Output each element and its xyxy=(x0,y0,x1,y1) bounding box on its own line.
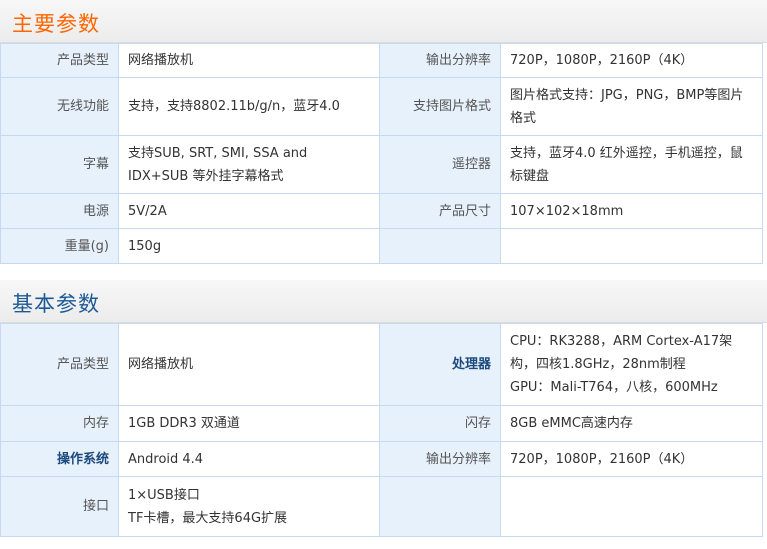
param-value: 网络播放机 xyxy=(118,323,380,406)
param-label-highlight: 处理器 xyxy=(379,323,501,406)
param-value xyxy=(500,476,763,537)
table-row: 无线功能 支持，支持8802.11b/g/n，蓝牙4.0 支持图片格式 图片格式… xyxy=(0,77,763,136)
param-value-line: CPU：RK3288，ARM Cortex-A17架构，四核1.8GHz，28n… xyxy=(510,334,733,372)
basic-params-table: 产品类型 网络播放机 处理器 CPU：RK3288，ARM Cortex-A17… xyxy=(0,323,763,537)
param-label: 内存 xyxy=(0,405,119,442)
param-value: 网络播放机 xyxy=(118,43,380,78)
param-value: 支持，蓝牙4.0 红外遥控，手机遥控，鼠标键盘 xyxy=(500,135,763,194)
table-row: 产品类型 网络播放机 输出分辨率 720P，1080P，2160P（4K） xyxy=(0,43,763,78)
param-value: 支持，支持8802.11b/g/n，蓝牙4.0 xyxy=(118,77,380,136)
table-row: 重量(g) 150g xyxy=(0,228,763,264)
param-label: 支持图片格式 xyxy=(379,77,501,136)
param-value: 1GB DDR3 双通道 xyxy=(118,405,380,442)
param-label: 输出分辨率 xyxy=(379,43,501,78)
table-row: 接口 1×USB接口 TF卡槽，最大支持64G扩展 xyxy=(0,476,763,537)
param-label: 字幕 xyxy=(0,135,119,194)
section-title: 基本参数 xyxy=(12,292,100,316)
table-row: 产品类型 网络播放机 处理器 CPU：RK3288，ARM Cortex-A17… xyxy=(0,323,763,406)
param-label-highlight: 操作系统 xyxy=(0,441,119,477)
param-label: 电源 xyxy=(0,193,119,229)
param-value: 5V/2A xyxy=(118,193,380,229)
table-row: 电源 5V/2A 产品尺寸 107×102×18mm xyxy=(0,193,763,229)
param-value: 图片格式支持：JPG，PNG，BMP等图片格式 xyxy=(500,77,763,136)
param-value xyxy=(500,228,763,264)
param-value-multiline: 1×USB接口 TF卡槽，最大支持64G扩展 xyxy=(118,476,380,537)
param-value: 720P，1080P，2160P（4K） xyxy=(500,441,763,477)
param-value-multiline: CPU：RK3288，ARM Cortex-A17架构，四核1.8GHz，28n… xyxy=(500,323,763,406)
table-row: 字幕 支持SUB, SRT, SMI, SSA and IDX+SUB 等外挂字… xyxy=(0,135,763,194)
param-value: Android 4.4 xyxy=(118,441,380,477)
param-value-line: GPU：Mali-T764，八核，600MHz xyxy=(510,380,718,395)
param-label: 重量(g) xyxy=(0,228,119,264)
param-label: 接口 xyxy=(0,476,119,537)
section-header-main-params: 主要参数 xyxy=(0,0,767,43)
param-label: 输出分辨率 xyxy=(379,441,501,477)
main-params-table: 产品类型 网络播放机 输出分辨率 720P，1080P，2160P（4K） 无线… xyxy=(0,43,763,264)
param-value-line: 1×USB接口 xyxy=(128,487,200,503)
param-label: 产品类型 xyxy=(0,323,119,406)
param-label: 产品类型 xyxy=(0,43,119,78)
param-value: 107×102×18mm xyxy=(500,193,763,229)
param-value: 150g xyxy=(118,228,380,264)
table-row: 内存 1GB DDR3 双通道 闪存 8GB eMMC高速内存 xyxy=(0,405,763,442)
param-value-line: TF卡槽，最大支持64G扩展 xyxy=(128,510,288,526)
table-row: 操作系统 Android 4.4 输出分辨率 720P，1080P，2160P（… xyxy=(0,441,763,477)
param-label: 无线功能 xyxy=(0,77,119,136)
param-value: 720P，1080P，2160P（4K） xyxy=(500,43,763,78)
param-value: 8GB eMMC高速内存 xyxy=(500,405,763,442)
param-label xyxy=(379,476,501,537)
section-title: 主要参数 xyxy=(12,12,100,36)
param-label: 闪存 xyxy=(379,405,501,442)
param-label: 遥控器 xyxy=(379,135,501,194)
param-label xyxy=(379,228,501,264)
param-label: 产品尺寸 xyxy=(379,193,501,229)
param-value: 支持SUB, SRT, SMI, SSA and IDX+SUB 等外挂字幕格式 xyxy=(118,135,380,194)
section-header-basic-params: 基本参数 xyxy=(0,280,767,323)
